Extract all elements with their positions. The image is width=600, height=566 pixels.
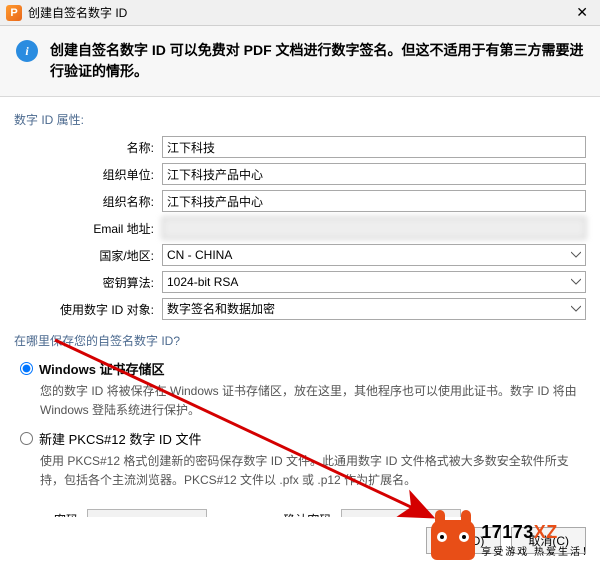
- label-org-name: 组织名称:: [14, 193, 154, 210]
- input-name[interactable]: [162, 136, 586, 158]
- radio-windows-title: Windows 证书存储区: [39, 359, 165, 378]
- radio-windows-store[interactable]: Windows 证书存储区: [20, 359, 580, 378]
- label-country: 国家/地区:: [14, 247, 154, 264]
- info-banner: i 创建自签名数字 ID 可以免费对 PDF 文档进行数字签名。但这不适用于有第…: [0, 26, 600, 97]
- radio-pkcs12-title: 新建 PKCS#12 数字 ID 文件: [39, 429, 202, 448]
- radio-windows-store-input[interactable]: [20, 362, 33, 375]
- section-label-attrs: 数字 ID 属性:: [14, 111, 586, 128]
- cancel-button[interactable]: 取消(C): [511, 527, 586, 554]
- section-label-store: 在哪里保存您的自签名数字 ID?: [14, 332, 586, 349]
- label-email: Email 地址:: [14, 220, 154, 237]
- label-name: 名称:: [14, 139, 154, 156]
- label-key-algo: 密钥算法:: [14, 274, 154, 291]
- titlebar: P 创建自签名数字 ID ✕: [0, 0, 600, 26]
- close-button[interactable]: ✕: [570, 4, 594, 21]
- select-key-algo[interactable]: 1024-bit RSA: [162, 271, 586, 293]
- info-text: 创建自签名数字 ID 可以免费对 PDF 文档进行数字签名。但这不适用于有第三方…: [50, 40, 584, 82]
- app-icon: P: [6, 5, 22, 21]
- label-org-unit: 组织单位:: [14, 166, 154, 183]
- select-use-for[interactable]: 数字签名和数据加密: [162, 298, 586, 320]
- form-grid: 名称: 组织单位: 组织名称: Email 地址: 国家/地区: CN - CH…: [14, 136, 586, 320]
- info-icon: i: [16, 40, 38, 62]
- input-email[interactable]: [162, 217, 586, 239]
- select-country[interactable]: CN - CHINA: [162, 244, 586, 266]
- window-title: 创建自签名数字 ID: [28, 4, 127, 21]
- ok-button[interactable]: 确定(O): [426, 527, 501, 554]
- radio-windows-desc: 您的数字 ID 将被保存在 Windows 证书存储区，放在这里，其他程序也可以…: [40, 382, 580, 419]
- input-org-unit[interactable]: [162, 163, 586, 185]
- radio-pkcs12-input[interactable]: [20, 432, 33, 445]
- radio-pkcs12[interactable]: 新建 PKCS#12 数字 ID 文件: [20, 429, 580, 448]
- input-org-name[interactable]: [162, 190, 586, 212]
- radio-pkcs12-desc: 使用 PKCS#12 格式创建新的密码保存数字 ID 文件。此通用数字 ID 文…: [40, 452, 580, 489]
- bottom-bar: 确定(O) 取消(C): [0, 517, 600, 566]
- label-use-for: 使用数字 ID 对象:: [14, 301, 154, 318]
